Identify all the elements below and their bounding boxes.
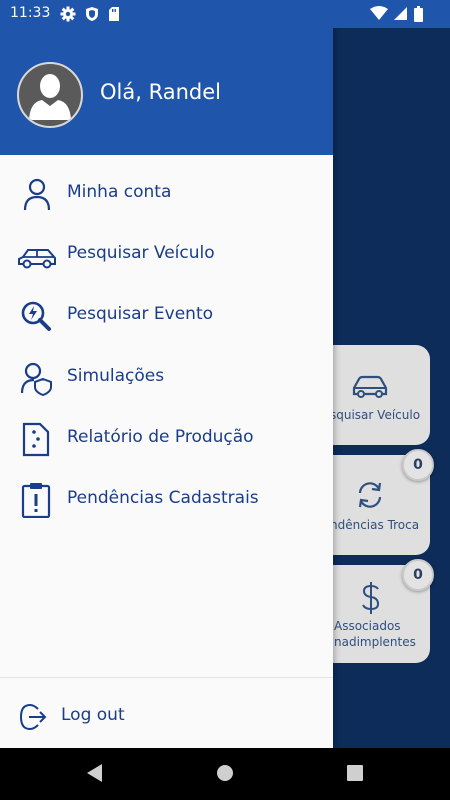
recents-icon[interactable] <box>345 762 365 784</box>
bg-card-label-line1: Associados <box>334 619 401 633</box>
menu-item-minha-conta[interactable]: Minha conta <box>0 166 333 222</box>
car-icon <box>352 375 388 398</box>
wifi-icon <box>370 6 388 20</box>
back-icon[interactable] <box>85 762 105 784</box>
menu-item-simulacoes[interactable]: Simulações <box>0 350 333 406</box>
gear-icon <box>60 6 76 22</box>
status-bar: 11:33 <box>0 0 450 28</box>
menu-item-label: Pesquisar Evento <box>67 304 214 324</box>
bg-card-badge: 0 <box>402 449 434 481</box>
clipboard-alert-icon <box>21 483 51 518</box>
menu-item-pesquisar-evento[interactable]: Pesquisar Evento <box>0 288 333 344</box>
refresh-icon <box>358 482 382 508</box>
menu-item-label: Simulações <box>67 366 165 386</box>
greeting-text: Olá, Randel <box>100 80 221 104</box>
signal-icon <box>394 7 407 20</box>
navigation-drawer: Olá, Randel Minha conta Pesquisar Veícul… <box>0 0 333 748</box>
menu-item-label: Minha conta <box>67 182 172 202</box>
dollar-icon <box>362 582 380 614</box>
person-icon <box>23 178 51 211</box>
drawer-divider <box>0 677 333 678</box>
bg-card-label: ndências Troca <box>330 518 420 532</box>
user-shield-icon <box>20 362 52 396</box>
shield-icon <box>86 7 98 21</box>
bg-card-label: squisar Veículo <box>330 408 421 422</box>
report-icon <box>22 422 50 457</box>
person-silhouette-icon <box>29 74 71 120</box>
navigation-bar <box>0 748 450 800</box>
status-time: 11:33 <box>10 5 51 21</box>
sdcard-icon <box>109 7 119 21</box>
logout-icon <box>20 704 47 730</box>
logout-label: Log out <box>61 705 125 725</box>
bg-card-label-line2: nadimplentes <box>334 635 416 649</box>
home-icon[interactable] <box>215 762 235 784</box>
menu-item-pesquisar-veiculo[interactable]: Pesquisar Veículo <box>0 227 333 283</box>
menu-item-relatorio-producao[interactable]: Relatório de Produção <box>0 411 333 467</box>
menu-item-pendencias-cadastrais[interactable]: Pendências Cadastrais <box>0 472 333 528</box>
avatar[interactable] <box>17 62 83 128</box>
battery-icon <box>414 6 423 22</box>
menu-item-label: Relatório de Produção <box>67 427 254 447</box>
menu-item-label: Pesquisar Veículo <box>67 243 215 263</box>
logout-button[interactable]: Log out <box>0 690 333 742</box>
menu-item-label: Pendências Cadastrais <box>67 488 259 508</box>
car-icon <box>18 249 56 269</box>
search-event-icon <box>21 301 51 331</box>
bg-card-badge: 0 <box>402 559 434 591</box>
